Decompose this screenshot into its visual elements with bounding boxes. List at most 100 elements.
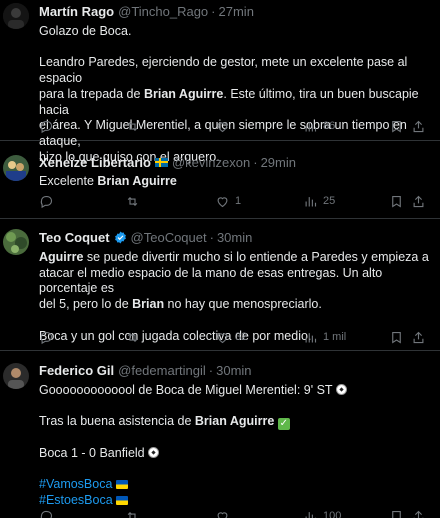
- author-name[interactable]: Teo Coquet: [39, 230, 110, 245]
- ukraine-flag-icon: [115, 480, 128, 490]
- text-segment: Golazo de Boca.: [39, 24, 132, 38]
- author-name[interactable]: Xeneize Libertario: [39, 155, 151, 170]
- separator-dot: ·: [211, 3, 216, 19]
- bold-text: Brian Aguirre: [194, 414, 275, 429]
- author-handle[interactable]: @Tincho_Rago: [118, 4, 208, 19]
- text-line: Tras la buena asistencia de Brian Aguirr…: [39, 414, 432, 431]
- heart-icon: [217, 332, 228, 343]
- text-line: Gooooooooooool de Boca de Miguel Merenti…: [39, 383, 432, 399]
- sweden-flag-icon: [154, 157, 168, 167]
- share-button[interactable]: [411, 119, 426, 134]
- share-button[interactable]: [411, 330, 426, 345]
- share-icon: [413, 331, 424, 343]
- tweet-body: Federico Gil @fedemartingil · 30min Gooo…: [39, 361, 432, 509]
- retweet-button[interactable]: [125, 509, 145, 518]
- text-segment: Gooooooooooool de Boca de Miguel Merenti…: [39, 383, 336, 397]
- bold-text: Brian: [132, 297, 165, 312]
- separator-dot: ·: [253, 154, 258, 170]
- text-line: #VamosBoca: [39, 477, 432, 493]
- author-name[interactable]: Martín Rago: [39, 4, 114, 19]
- text-segment: del 5, pero lo de: [39, 297, 133, 312]
- retweet-button[interactable]: [125, 194, 145, 209]
- like-count: 32: [235, 331, 248, 343]
- hashtag-link[interactable]: #EstoesBoca: [39, 493, 113, 507]
- retweet-button[interactable]: [125, 119, 145, 134]
- tweet-actions: 86: [39, 118, 432, 134]
- reply-icon: [40, 510, 53, 518]
- bold-text: Brian Aguirre: [97, 174, 177, 188]
- reply-icon: [40, 331, 53, 344]
- timestamp[interactable]: 30min: [216, 363, 251, 378]
- views-button[interactable]: 25: [303, 194, 335, 209]
- reply-icon: [40, 195, 53, 208]
- reply-button[interactable]: [39, 330, 59, 345]
- text-segment: se puede divertir mucho si lo entiende a…: [83, 250, 429, 264]
- timestamp[interactable]: 29min: [261, 155, 296, 170]
- tweet-actions: 1 25: [39, 193, 432, 209]
- text-segment: para la trepada de: [39, 86, 144, 101]
- text-segment: atacar el medio espacio de la mano de es…: [39, 265, 383, 296]
- author-handle[interactable]: @kevinzexon: [172, 155, 250, 170]
- bookmark-button[interactable]: [389, 509, 404, 518]
- share-button[interactable]: [411, 194, 426, 209]
- bookmark-button[interactable]: [389, 119, 404, 134]
- text-segment: no hay que menospreciarlo.: [164, 297, 322, 312]
- retweet-icon: [127, 332, 138, 342]
- bar-chart-icon: [305, 121, 317, 131]
- avatar[interactable]: [3, 155, 29, 181]
- text-segment: Excelente: [39, 174, 98, 188]
- like-button[interactable]: [215, 119, 235, 134]
- text-segment: Boca 1 - 0 Banfield: [39, 446, 149, 461]
- like-count: 1: [235, 195, 242, 207]
- bookmark-button[interactable]: [389, 330, 404, 345]
- tweet-body: Teo Coquet @TeoCoquet · 30min Aguirre se…: [39, 228, 432, 344]
- tweet-text: Gooooooooooool de Boca de Miguel Merenti…: [39, 383, 432, 509]
- author-name[interactable]: Federico Gil: [39, 363, 114, 378]
- reply-button[interactable]: [39, 194, 59, 209]
- like-button[interactable]: 32: [215, 330, 247, 345]
- bookmark-icon: [392, 120, 401, 133]
- tweet[interactable]: Martín Rago @Tincho_Rago · 27min Golazo …: [0, 0, 440, 164]
- retweet-button[interactable]: [125, 330, 145, 345]
- hashtag-link[interactable]: #VamosBoca: [39, 477, 112, 491]
- author-handle[interactable]: @fedemartingil: [118, 363, 206, 378]
- like-button[interactable]: 1: [215, 194, 241, 209]
- views-button[interactable]: 100: [303, 509, 341, 518]
- author-handle[interactable]: @TeoCoquet: [131, 230, 207, 245]
- views-button[interactable]: 86: [303, 119, 335, 134]
- tweet-header: Martín Rago @Tincho_Rago · 27min: [39, 2, 432, 20]
- text-line: #EstoesBoca: [39, 493, 432, 509]
- bookmark-button[interactable]: [389, 194, 404, 209]
- avatar[interactable]: [3, 3, 29, 29]
- views-button[interactable]: 1 mil: [303, 330, 346, 345]
- bar-chart-icon: [305, 332, 317, 342]
- share-button[interactable]: [411, 509, 426, 518]
- tweet-body: Xeneize Libertario @kevinzexon · 29min E…: [39, 153, 432, 190]
- heart-icon: [217, 121, 228, 132]
- retweet-icon: [127, 196, 138, 206]
- share-icon: [413, 120, 424, 132]
- timestamp[interactable]: 30min: [217, 230, 252, 245]
- avatar[interactable]: [3, 229, 29, 255]
- tweet[interactable]: Xeneize Libertario @kevinzexon · 29min E…: [0, 141, 440, 219]
- text-line: del 5, pero lo de Brian no hay que menos…: [39, 297, 432, 313]
- retweet-icon: [127, 121, 138, 131]
- timeline-feed: Martín Rago @Tincho_Rago · 27min Golazo …: [0, 0, 440, 518]
- reply-button[interactable]: [39, 119, 59, 134]
- text-segment: Leandro Paredes, ejerciendo de gestor, m…: [39, 55, 408, 86]
- tweet-header: Xeneize Libertario @kevinzexon · 29min: [39, 153, 432, 171]
- view-count: 25: [323, 195, 336, 207]
- reply-icon: [40, 120, 53, 133]
- verified-badge-icon: [114, 231, 126, 243]
- tweet[interactable]: Federico Gil @fedemartingil · 30min Gooo…: [0, 351, 440, 518]
- like-button[interactable]: [215, 509, 235, 518]
- tweet[interactable]: Teo Coquet @TeoCoquet · 30min Aguirre se…: [0, 219, 440, 351]
- timestamp[interactable]: 27min: [219, 4, 254, 19]
- avatar[interactable]: [3, 363, 29, 389]
- bookmark-icon: [392, 510, 401, 518]
- reply-button[interactable]: [39, 509, 59, 518]
